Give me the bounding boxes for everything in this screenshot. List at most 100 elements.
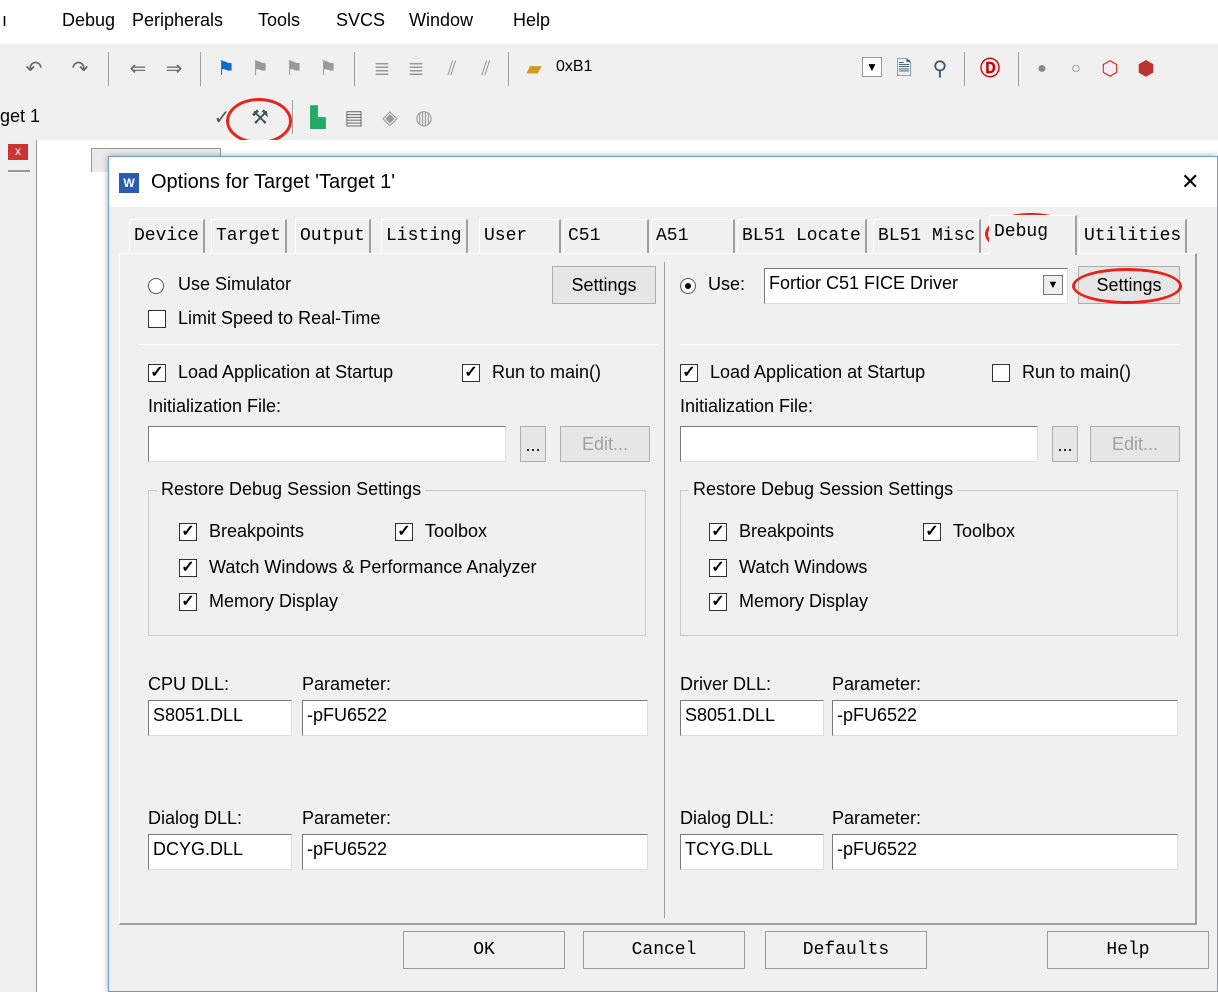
tab-device[interactable]: Device (129, 219, 205, 253)
run-to-main-checkbox-right[interactable] (992, 364, 1010, 382)
dialog-dll-input-right[interactable]: TCYG.DLL (680, 834, 824, 870)
breakpoints-checkbox[interactable]: ✓ (179, 523, 197, 541)
cancel-button[interactable]: Cancel (583, 931, 745, 969)
toolbox-checkbox-right[interactable]: ✓ (923, 523, 941, 541)
project-panel: x (0, 140, 36, 992)
dropdown-arrow-icon[interactable]: ▼ (862, 57, 882, 77)
unindent-icon[interactable]: ≣ (404, 57, 428, 81)
breakpoint-disable-icon[interactable]: ○ (1064, 57, 1088, 81)
load-app-checkbox-right[interactable]: ✓ (680, 364, 698, 382)
init-file-edit-button-right[interactable]: Edit... (1090, 426, 1180, 462)
toolbox-label: Toolbox (425, 521, 488, 541)
tab-bl51-misc[interactable]: BL51 Misc (873, 219, 982, 253)
tab-c51[interactable]: C51 (563, 219, 649, 253)
menu-help[interactable]: Help (513, 10, 550, 31)
configure-icon[interactable]: ⬢ (1134, 57, 1158, 81)
toolbar-separator (964, 52, 965, 86)
dialog-param-input-right[interactable]: -pFU6522 (832, 834, 1178, 870)
use-driver-radio[interactable] (680, 278, 696, 294)
options-dialog: W Options for Target 'Target 1' ✕ Device… (108, 156, 1218, 992)
chevron-down-icon[interactable]: ▼ (1043, 275, 1063, 295)
debug-session-icon[interactable]: Ⓓ (978, 57, 1002, 81)
select-packs-icon[interactable]: ◈ (378, 106, 402, 130)
breakpoint-kill-icon[interactable]: ⬡ (1098, 57, 1122, 81)
manage-components-icon[interactable]: ▙ (306, 106, 330, 130)
restore-settings-title-right: Restore Debug Session Settings (689, 479, 958, 500)
driver-settings-button[interactable]: Settings (1078, 266, 1180, 304)
navigate-back-icon[interactable]: ⇐ (126, 57, 150, 81)
target-select-text[interactable]: get 1 (0, 106, 40, 127)
file-extensions-icon[interactable]: ▤ (342, 106, 366, 130)
run-to-main-checkbox[interactable]: ✓ (462, 364, 480, 382)
cpu-param-input[interactable]: -pFU6522 (302, 700, 648, 736)
defaults-button[interactable]: Defaults (765, 931, 927, 969)
tab-target[interactable]: Target (211, 219, 287, 253)
pack-installer-icon[interactable]: ◍ (412, 106, 436, 130)
tab-listing[interactable]: Listing (381, 219, 468, 253)
breakpoints-checkbox-right[interactable]: ✓ (709, 523, 727, 541)
dialog-titlebar: W Options for Target 'Target 1' ✕ (109, 157, 1217, 207)
toolbox-label-right: Toolbox (953, 521, 1016, 541)
ok-button[interactable]: OK (403, 931, 565, 969)
driver-select[interactable]: Fortior C51 FICE Driver ▼ (764, 268, 1068, 304)
breakpoint-insert-icon[interactable]: ● (1030, 57, 1054, 81)
limit-speed-checkbox[interactable] (148, 310, 166, 328)
tab-debug[interactable]: Debug (989, 215, 1077, 255)
menu-item-partial[interactable]: ı (2, 10, 7, 31)
simulator-settings-button[interactable]: Settings (552, 266, 656, 304)
tab-bl51-locate[interactable]: BL51 Locate (737, 219, 867, 253)
uncomment-icon[interactable]: ⫽ (474, 57, 498, 81)
find-value-text[interactable]: 0xB1 (556, 58, 592, 76)
menu-window[interactable]: Window (409, 10, 473, 31)
navigate-forward-icon[interactable]: ⇒ (162, 57, 186, 81)
find-in-files-icon[interactable]: 🗎 (892, 57, 916, 81)
memory-display-checkbox[interactable]: ✓ (179, 593, 197, 611)
undo-icon[interactable]: ↶ (22, 57, 46, 81)
tab-user[interactable]: User (479, 219, 561, 253)
close-icon[interactable]: ✕ (1181, 169, 1199, 195)
init-file-browse-button[interactable]: ... (520, 426, 546, 462)
comment-icon[interactable]: ⫽ (440, 57, 464, 81)
memory-display-checkbox-right[interactable]: ✓ (709, 593, 727, 611)
toolbox-checkbox[interactable]: ✓ (395, 523, 413, 541)
menu-svcs[interactable]: SVCS (336, 10, 385, 31)
tab-utilities[interactable]: Utilities (1079, 219, 1188, 253)
driver-param-label: Parameter: (832, 674, 922, 694)
cpu-dll-input[interactable]: S8051.DLL (148, 700, 292, 736)
redo-icon[interactable]: ↷ (68, 57, 92, 81)
target-options-icon[interactable]: ⚒ (248, 106, 272, 130)
driver-dll-label: Driver DLL: (680, 674, 772, 694)
dialog-title: Options for Target 'Target 1' (151, 171, 396, 193)
close-icon[interactable]: x (8, 144, 28, 160)
check-icon[interactable]: ✓ (210, 106, 234, 130)
debug-tab-page: Use Simulator Settings Limit Speed to Re… (119, 253, 1197, 925)
menu-debug[interactable]: Debug (62, 10, 115, 31)
init-file-input[interactable] (148, 426, 506, 462)
init-file-input-right[interactable] (680, 426, 1038, 462)
open-file-icon[interactable]: ▰ (522, 57, 546, 81)
bookmark-prev-icon[interactable]: ⚑ (248, 57, 272, 81)
driver-dll-input[interactable]: S8051.DLL (680, 700, 824, 736)
help-button[interactable]: Help (1047, 931, 1209, 969)
init-file-edit-button[interactable]: Edit... (560, 426, 650, 462)
restore-settings-title: Restore Debug Session Settings (157, 479, 426, 500)
watch-windows-checkbox-right[interactable]: ✓ (709, 559, 727, 577)
column-divider (664, 262, 665, 918)
bookmark-clear-icon[interactable]: ⚑ (316, 57, 340, 81)
bookmark-icon[interactable]: ⚑ (214, 57, 238, 81)
driver-param-input[interactable]: -pFU6522 (832, 700, 1178, 736)
dialog-param-input[interactable]: -pFU6522 (302, 834, 648, 870)
load-app-checkbox[interactable]: ✓ (148, 364, 166, 382)
tab-output[interactable]: Output (295, 219, 371, 253)
menu-peripherals[interactable]: Peripherals (132, 10, 223, 31)
indent-icon[interactable]: ≣ (370, 57, 394, 81)
cpu-dll-label: CPU DLL: (148, 674, 230, 694)
bookmark-next-icon[interactable]: ⚑ (282, 57, 306, 81)
incremental-find-icon[interactable]: ⚲ (928, 57, 952, 81)
menu-tools[interactable]: Tools (258, 10, 300, 31)
tab-a51[interactable]: A51 (651, 219, 735, 253)
init-file-browse-button-right[interactable]: ... (1052, 426, 1078, 462)
dialog-dll-input[interactable]: DCYG.DLL (148, 834, 292, 870)
watch-windows-checkbox[interactable]: ✓ (179, 559, 197, 577)
use-simulator-radio[interactable] (148, 278, 164, 294)
